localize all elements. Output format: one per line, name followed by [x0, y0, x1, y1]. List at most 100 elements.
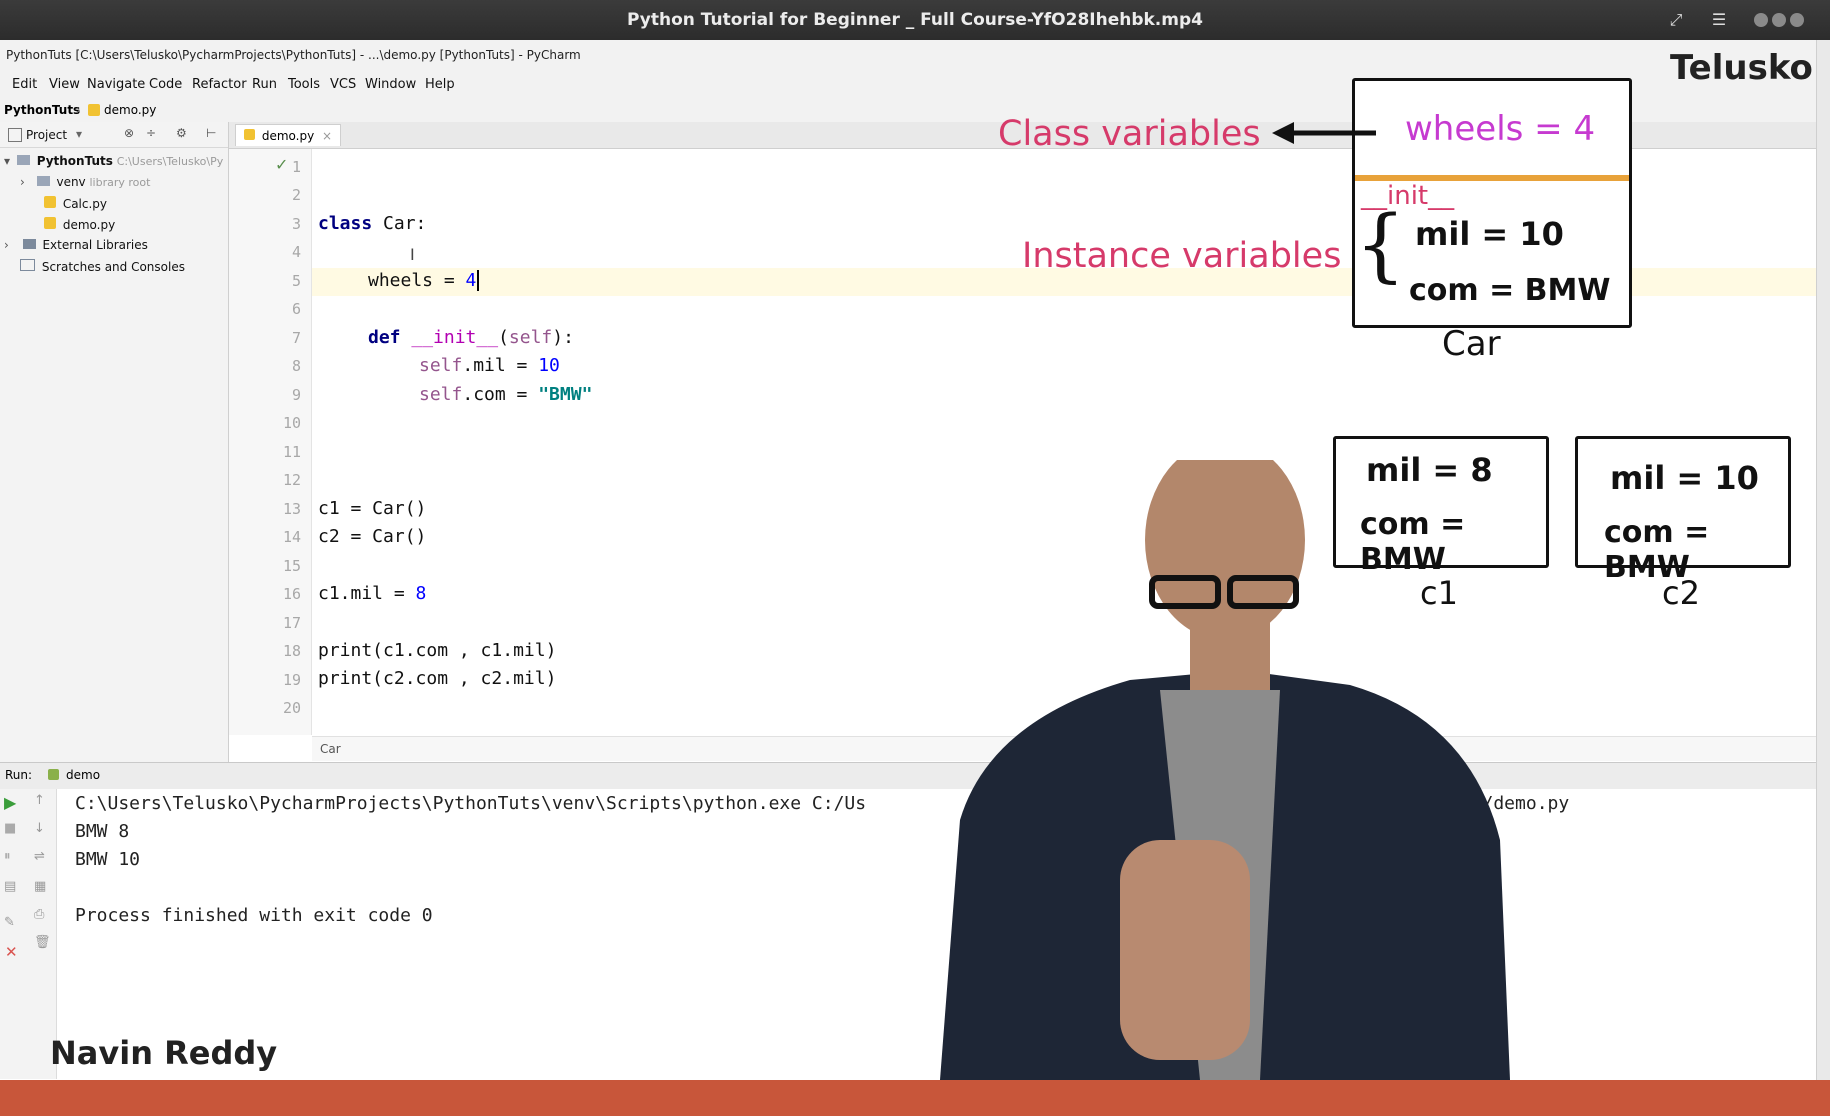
c2-mil-text: mil = 10	[1610, 459, 1759, 497]
scroll-to-end-icon[interactable]: ▦	[34, 879, 46, 894]
python-file-icon	[88, 104, 100, 116]
class-diagram-box: wheels = 4 __init__ { mil = 10 com = BMW	[1352, 78, 1632, 328]
pin-icon[interactable]: ✎	[4, 915, 15, 930]
stop-icon[interactable]: ■	[4, 821, 16, 836]
python-file-icon	[44, 217, 56, 229]
close-icon[interactable]: ✕	[5, 943, 18, 961]
class-variable-text: wheels = 4	[1405, 109, 1596, 149]
menu-run[interactable]: Run	[252, 77, 277, 92]
menu-refactor[interactable]: Refactor	[192, 77, 247, 92]
run-toolbar: ▶ ↑ ■ ↓ ⏸ ⇌ ▤ ▦ ⎙ ✎ 🗑 ✕	[0, 789, 57, 1079]
c2-caption: c2	[1662, 574, 1700, 612]
menu-code[interactable]: Code	[149, 77, 182, 92]
chevron-right-icon: ›	[76, 103, 81, 117]
trash-icon[interactable]: 🗑	[34, 935, 51, 950]
pause-icon[interactable]: ⏸	[4, 849, 11, 864]
line-number: 10	[282, 414, 301, 432]
line-number: 8	[291, 357, 301, 375]
run-config-tab[interactable]: demo	[66, 768, 100, 782]
line-number: 17	[282, 614, 301, 632]
brace-icon: {	[1355, 198, 1406, 291]
car-mil-text: mil = 10	[1415, 215, 1564, 253]
line-number: 16	[282, 585, 301, 603]
collapse-all-icon[interactable]: ÷	[146, 126, 156, 140]
instance-variables-label: Instance variables	[1022, 236, 1342, 276]
project-icon	[8, 128, 22, 142]
line-number: 18	[282, 642, 301, 660]
tree-external-libraries[interactable]: › External Libraries	[4, 238, 148, 252]
menu-help[interactable]: Help	[425, 77, 455, 92]
line-number: 11	[282, 443, 301, 461]
hamburger-menu-icon[interactable]: ☰	[1708, 9, 1730, 31]
code-line-14: c2 = Car()	[318, 526, 427, 547]
line-number: 14	[282, 528, 301, 546]
code-line-18: print(c1.com , c1.mil)	[318, 640, 557, 661]
code-line-3: class Car:	[318, 213, 427, 234]
tree-venv-note: library root	[89, 176, 151, 189]
scroll-down-icon[interactable]: ↓	[34, 821, 45, 836]
python-run-icon	[48, 769, 59, 780]
line-number: 6	[291, 300, 301, 318]
scroll-up-icon[interactable]: ↑	[34, 793, 45, 808]
python-file-icon	[244, 129, 255, 140]
tab-demo-py[interactable]: demo.py ×	[235, 124, 342, 146]
console-line: Process finished with exit code 0	[75, 905, 433, 926]
tree-file-demo[interactable]: demo.py	[44, 217, 115, 232]
breadcrumb-file[interactable]: demo.py	[104, 103, 156, 117]
library-icon	[22, 239, 36, 249]
tree-scratches[interactable]: Scratches and Consoles	[20, 259, 185, 274]
breadcrumb-project[interactable]: PythonTuts	[4, 103, 80, 117]
dropdown-arrow-icon[interactable]: ▾	[76, 127, 82, 141]
run-tool-window-header: Run: demo	[0, 762, 1830, 790]
print-icon[interactable]: ⎙	[34, 907, 44, 922]
close-window-button[interactable]	[1790, 13, 1804, 27]
soft-wrap-icon[interactable]: ⇌	[34, 849, 45, 864]
tree-root[interactable]: ▾ PythonTuts C:\Users\Telusko\Py	[4, 154, 223, 168]
hide-pane-icon[interactable]: ⊢	[206, 126, 216, 140]
tree-file-label: Calc.py	[62, 197, 108, 211]
project-view-selector[interactable]: Project	[26, 128, 67, 142]
console-line: C:\Users\Telusko\PycharmProjects\PythonT…	[75, 793, 867, 814]
tree-venv[interactable]: › venv library root	[20, 175, 150, 189]
tree-root-label: PythonTuts	[36, 154, 113, 168]
tree-venv-label: venv	[56, 175, 86, 189]
video-title: Python Tutorial for Beginner _ Full Cour…	[627, 10, 1203, 30]
menu-tools[interactable]: Tools	[288, 77, 320, 92]
tree-root-path: C:\Users\Telusko\Py	[116, 155, 224, 168]
car-caption: Car	[1442, 324, 1501, 364]
editor-gutter: 1 2 3 4 5 6 7 8 9 10 11 12 13 14 15 16 1…	[229, 149, 312, 735]
line-number: 5	[291, 272, 301, 290]
close-tab-icon[interactable]: ×	[322, 129, 332, 143]
code-line-7: def __init__(self):	[368, 327, 574, 348]
locate-icon[interactable]: ⊗	[124, 126, 134, 140]
code-line-19: print(c2.com , c2.mil)	[318, 668, 557, 689]
project-tool-window: Project ▾ ⊗ ÷ ⚙ ⊢ ▾ PythonTuts C:\Users\…	[0, 122, 229, 762]
menu-edit[interactable]: Edit	[12, 77, 37, 92]
gear-icon[interactable]: ⚙	[176, 126, 187, 140]
expand-icon[interactable]: ⤢	[1665, 9, 1687, 31]
rerun-icon[interactable]: ▶	[4, 793, 16, 812]
code-line-16: c1.mil = 8	[318, 583, 427, 604]
code-line-5: wheels = 4	[368, 270, 480, 291]
menu-view[interactable]: View	[49, 77, 80, 92]
line-number: 9	[291, 386, 301, 404]
car-com-text: com = BMW	[1409, 273, 1611, 308]
minimize-window-button[interactable]	[1754, 13, 1768, 27]
tree-scratches-label: Scratches and Consoles	[41, 260, 185, 274]
code-line-13: c1 = Car()	[318, 498, 427, 519]
video-title-bar: Python Tutorial for Beginner _ Full Cour…	[0, 0, 1830, 40]
editor-breadcrumb-class[interactable]: Car	[320, 742, 341, 756]
chevron-right-icon: ›	[4, 238, 9, 252]
menu-vcs[interactable]: VCS	[330, 77, 356, 92]
maximize-window-button[interactable]	[1772, 13, 1786, 27]
pycharm-window-title: PythonTuts [C:\Users\Telusko\PycharmProj…	[0, 40, 1830, 72]
menu-navigate[interactable]: Navigate	[87, 77, 145, 92]
menu-window[interactable]: Window	[365, 77, 416, 92]
line-number: 2	[291, 186, 301, 204]
console-line: BMW 8	[75, 821, 130, 842]
text-i-beam-cursor-icon: I	[410, 245, 415, 264]
brand-logo-telusko: Telusko	[1670, 48, 1813, 88]
tree-file-calc[interactable]: Calc.py	[44, 196, 107, 211]
dump-threads-icon[interactable]: ▤	[4, 879, 16, 894]
arrow-left-icon	[1272, 120, 1376, 146]
